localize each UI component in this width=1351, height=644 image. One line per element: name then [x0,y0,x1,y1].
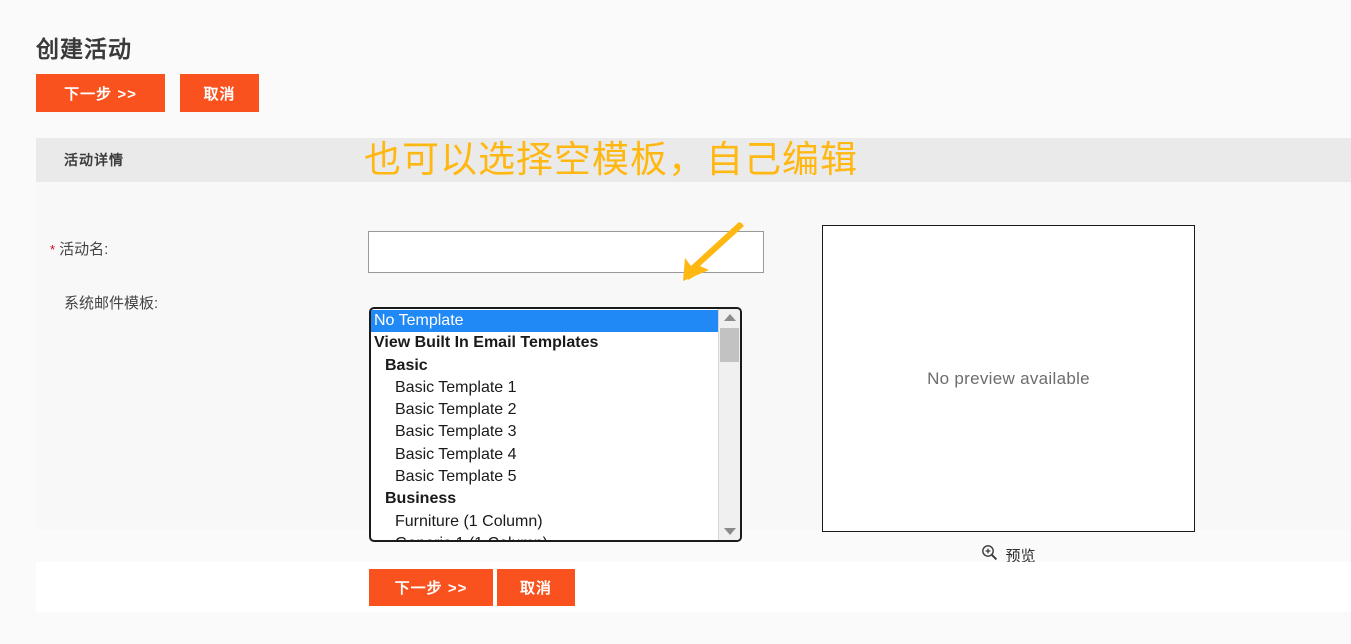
template-option[interactable]: Basic Template 1 [371,377,718,399]
page-title: 创建活动 [36,36,132,62]
campaign-details-panel: 活动详情 * 活动名: 系统邮件模板: No Template View Built… [36,138,1351,565]
cancel-button-bottom[interactable]: 取消 [497,568,575,606]
template-option[interactable]: Basic Template 2 [371,399,718,421]
template-option[interactable]: Generic 1 (1 Column) [371,533,718,540]
panel-header-label: 活动详情 [64,152,124,168]
template-option[interactable]: Basic Template 3 [371,421,718,443]
template-option[interactable]: Basic [371,355,718,377]
next-step-button-top[interactable]: 下一步 >> [36,74,165,112]
template-option[interactable]: Business [371,488,718,510]
panel-header: 活动详情 [36,138,1351,182]
campaign-name-input[interactable] [368,231,764,273]
cancel-button-top[interactable]: 取消 [180,74,259,112]
template-option[interactable]: Basic Template 5 [371,466,718,488]
listbox-scrollbar[interactable] [718,309,740,540]
email-template-listbox[interactable]: No Template View Built In Email Templates… [369,307,742,542]
panel-body: * 活动名: 系统邮件模板: No Template View Built In E… [36,182,1351,565]
template-option[interactable]: Furniture (1 Column) [371,511,718,533]
campaign-name-label: * 活动名: [50,238,108,259]
triangle-up-icon[interactable] [719,309,740,326]
triangle-down-icon[interactable] [719,523,740,540]
footer-action-group: 下一步 >> 取消 [369,568,575,606]
template-option[interactable]: Basic Template 4 [371,444,718,466]
template-preview-box: No preview available [822,225,1195,532]
template-option[interactable]: No Template [371,310,718,333]
preview-placeholder-text: No preview available [927,368,1090,388]
template-option-list[interactable]: No Template View Built In Email Templates… [371,309,718,540]
required-asterisk: * [50,242,56,257]
next-step-button-bottom[interactable]: 下一步 >> [369,568,493,606]
email-template-label: 系统邮件模板: [64,295,159,312]
footer-bar: 下一步 >> 取消 [36,562,1351,612]
template-option[interactable]: View Built In Email Templates [371,332,718,354]
top-action-bar: 下一步 >> 取消 [36,74,259,112]
scrollbar-thumb[interactable] [720,328,739,362]
campaign-name-label-text: 活动名: [59,241,109,258]
